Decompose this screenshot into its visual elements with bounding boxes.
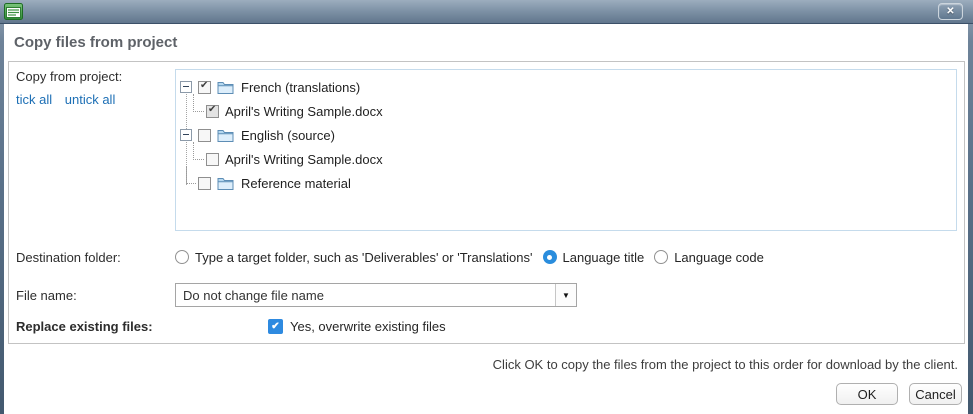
folder-icon — [217, 177, 234, 190]
radio-icon[interactable] — [175, 250, 189, 264]
tree-row-french-file[interactable]: April's Writing Sample.docx — [180, 99, 956, 123]
tree-checkbox-french[interactable] — [198, 81, 211, 94]
tick-links: tick all untick all — [16, 92, 175, 107]
collapse-expander-icon[interactable] — [180, 129, 192, 141]
radio-option-language-code[interactable]: Language code — [654, 250, 764, 265]
folder-icon — [217, 81, 234, 94]
copy-from-label-cell: Copy from project: tick all untick all — [16, 69, 175, 107]
destination-row: Destination folder: Type a target folder… — [16, 247, 957, 267]
cancel-button[interactable]: Cancel — [909, 383, 962, 405]
footer-hint-text: Click OK to copy the files from the proj… — [4, 357, 958, 372]
file-name-select[interactable]: Do not change file name ▼ — [175, 283, 577, 307]
tree-connector — [180, 99, 206, 123]
tree-checkbox-english[interactable] — [198, 129, 211, 142]
collapse-expander-icon[interactable] — [180, 81, 192, 93]
radio-selected-icon[interactable] — [543, 250, 557, 264]
check-icon: ✔ — [271, 321, 279, 332]
destination-radio-group: Type a target folder, such as 'Deliverab… — [175, 250, 774, 265]
file-tree: French (translations) April's Writing Sa… — [175, 69, 957, 231]
app-window-icon — [4, 3, 23, 20]
copy-from-row: Copy from project: tick all untick all — [16, 69, 957, 231]
tree-item-label: French (translations) — [241, 80, 360, 95]
tree-checkbox-english-file[interactable] — [206, 153, 219, 166]
tree-item-label: April's Writing Sample.docx — [225, 104, 383, 119]
close-button[interactable]: ✕ — [938, 3, 963, 20]
replace-row: Replace existing files: ✔ Yes, overwrite… — [16, 317, 957, 335]
radio-option-label: Language title — [563, 250, 645, 265]
copy-from-label: Copy from project: — [16, 69, 175, 84]
tick-all-link[interactable]: tick all — [16, 92, 52, 107]
radio-option-language-title[interactable]: Language title — [543, 250, 645, 265]
radio-option-label: Type a target folder, such as 'Deliverab… — [195, 250, 533, 265]
radio-icon[interactable] — [654, 250, 668, 264]
ok-button[interactable]: OK — [836, 383, 898, 405]
tree-item-label: April's Writing Sample.docx — [225, 152, 383, 167]
tree-item-label: Reference material — [241, 176, 351, 191]
tree-checkbox-french-file[interactable] — [206, 105, 219, 118]
replace-label: Replace existing files: — [16, 319, 175, 334]
close-icon: ✕ — [946, 6, 954, 17]
file-name-row: File name: Do not change file name ▼ — [16, 283, 957, 307]
page-title: Copy files from project — [4, 24, 968, 61]
untick-all-link[interactable]: untick all — [65, 92, 116, 107]
file-name-label: File name: — [16, 288, 175, 303]
tree-connector — [180, 171, 198, 195]
file-name-selected-value: Do not change file name — [176, 288, 555, 303]
titlebar: ✕ — [0, 0, 973, 24]
destination-label: Destination folder: — [16, 250, 175, 265]
tree-row-english-file[interactable]: April's Writing Sample.docx — [180, 147, 956, 171]
radio-option-target-folder[interactable]: Type a target folder, such as 'Deliverab… — [175, 250, 533, 265]
chevron-down-icon: ▼ — [562, 291, 570, 300]
form-panel: Copy from project: tick all untick all — [8, 61, 965, 344]
tree-checkbox-reference[interactable] — [198, 177, 211, 190]
folder-icon — [217, 129, 234, 142]
button-row: OK Cancel — [4, 383, 962, 405]
overwrite-checkbox[interactable]: ✔ — [268, 319, 283, 334]
overwrite-checkbox-group[interactable]: ✔ Yes, overwrite existing files — [268, 319, 446, 334]
tree-item-label: English (source) — [241, 128, 335, 143]
tree-row-french[interactable]: French (translations) — [180, 75, 956, 99]
dropdown-arrow-button[interactable]: ▼ — [555, 284, 576, 306]
tree-row-english[interactable]: English (source) — [180, 123, 956, 147]
radio-option-label: Language code — [674, 250, 764, 265]
tree-row-reference[interactable]: Reference material — [180, 171, 956, 195]
dialog-window: ✕ Copy files from project Copy from proj… — [0, 0, 973, 414]
dialog-content: Copy files from project Copy from projec… — [4, 24, 968, 414]
overwrite-checkbox-label: Yes, overwrite existing files — [290, 319, 446, 334]
